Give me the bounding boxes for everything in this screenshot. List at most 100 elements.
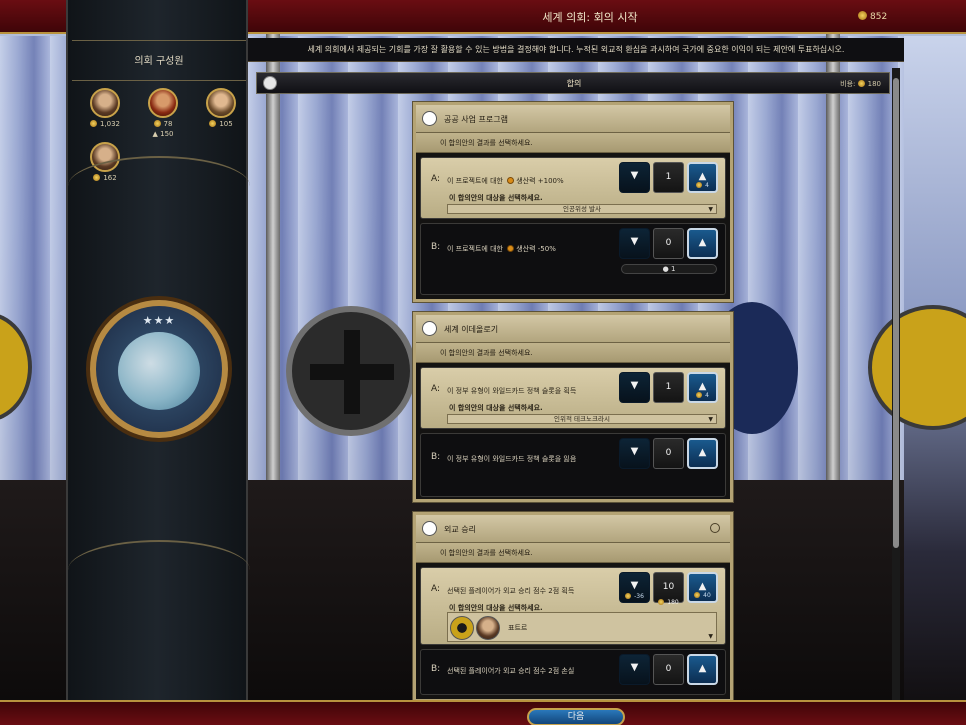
leader-portrait xyxy=(90,88,120,118)
option-b[interactable]: B: 이 프로젝트에 대한 생산력 -50% ▼ 0 ▲ ● 1 xyxy=(420,223,726,295)
thumbs-up-icon: ▲ xyxy=(698,171,707,182)
option-a[interactable]: A: 이 프로젝트에 대한 생산력 +100% 이 합의안의 대상을 선택하세요… xyxy=(420,157,726,219)
world-congress-emblem: ★★★ xyxy=(90,300,228,438)
vote-down-button[interactable]: ▼ xyxy=(619,228,650,259)
thumbs-down-icon: ▼ xyxy=(630,236,639,247)
scrollbar[interactable] xyxy=(892,68,900,700)
vote-count: 0 xyxy=(653,438,684,469)
iron-cross-emblem xyxy=(286,306,416,436)
congress-icon xyxy=(422,111,437,126)
option-b[interactable]: B: 이 정부 유형이 와일드카드 정책 슬롯을 잃음 ▼ 0 ▲ xyxy=(420,433,726,497)
civ-emblem xyxy=(450,616,474,640)
window-title: 세계 의회: 회의 시작 xyxy=(542,11,638,24)
thumbs-up-icon: ▲ xyxy=(698,237,707,248)
votes-icon: ▲ xyxy=(152,130,161,138)
production-icon xyxy=(507,245,515,252)
vote-down-button[interactable]: ▼ xyxy=(619,372,650,403)
target-dropdown[interactable]: 인위적 테크노크라시 ▼ xyxy=(447,414,717,424)
favor-icon xyxy=(209,120,217,127)
vote-down-button[interactable]: ▼ xyxy=(619,438,650,469)
vote-count: 1 xyxy=(653,162,684,193)
resolution-title: 외교 승리 xyxy=(444,525,476,534)
favor-icon xyxy=(89,120,97,127)
favor-icon xyxy=(694,592,701,598)
instruction-text: 세계 의회에서 제공되는 기회를 가장 잘 활용할 수 있는 방법을 결정해야 … xyxy=(307,45,845,54)
member-card[interactable]: 78 ▲ 150 xyxy=(138,88,188,138)
resolution-card: 세계 이데올로기 이 합의안의 결과를 선택하세요. A: 이 정부 유형이 와… xyxy=(413,312,733,502)
chevron-down-icon: ▼ xyxy=(708,633,713,640)
vote-up-button[interactable]: ▲ xyxy=(687,228,718,259)
panel-title: 의회 구성원 xyxy=(134,56,184,67)
gold-icon xyxy=(858,11,867,20)
favor-icon xyxy=(696,392,703,398)
resolution-card: 공공 사업 프로그램 이 합의안의 결과를 선택하세요. A: 이 프로젝트에 … xyxy=(413,102,733,302)
vote-count: 10 180 xyxy=(653,572,684,606)
decorative-arc xyxy=(68,156,250,216)
favor-icon xyxy=(658,599,665,605)
vote-count: 0 xyxy=(653,654,684,685)
vote-down-button[interactable]: ▼ xyxy=(619,162,650,193)
favor-icon xyxy=(625,593,632,599)
next-button[interactable]: 다음 xyxy=(527,708,625,725)
thumbs-down-icon: ▼ xyxy=(630,446,639,457)
agenda-title: 합의 xyxy=(566,79,582,88)
scroll-thumb[interactable] xyxy=(893,78,899,548)
chevron-down-icon: ▼ xyxy=(708,416,713,423)
vote-tally: ● 1 xyxy=(621,264,717,274)
resolution-title: 공공 사업 프로그램 xyxy=(444,115,508,124)
votes-icon: ● xyxy=(662,265,671,273)
clock-icon xyxy=(710,523,720,533)
target-name: 표트르 xyxy=(508,624,528,632)
bottom-bar xyxy=(0,700,966,725)
member-card[interactable]: 1,032 xyxy=(80,88,130,128)
agenda-header: 합의 비용: 180 xyxy=(256,72,890,94)
leader-portrait xyxy=(206,88,236,118)
resolution-title: 세계 이데올로기 xyxy=(444,325,499,334)
member-card[interactable]: 105 xyxy=(196,88,246,128)
production-icon xyxy=(507,177,515,184)
option-a[interactable]: A: 선택된 플레이어가 외교 승리 점수 2점 획득 이 합의안의 대상을 선… xyxy=(420,567,726,645)
thumbs-down-icon: ▼ xyxy=(630,662,639,673)
globe-icon xyxy=(118,332,200,410)
divider xyxy=(72,40,246,41)
vote-count: 1 xyxy=(653,372,684,403)
resolution-subtitle: 이 합의안의 결과를 선택하세요. xyxy=(416,343,730,363)
target-selector[interactable]: 표트르 ▼ xyxy=(447,612,717,642)
decorative-arc xyxy=(68,540,250,600)
vote-up-button[interactable]: ▲ 4 xyxy=(687,162,718,193)
vote-down-button[interactable]: ▼ -36 xyxy=(619,572,650,603)
agenda-cost: 비용: 180 xyxy=(840,80,881,88)
thumbs-up-icon: ▲ xyxy=(698,447,707,458)
favor-icon xyxy=(857,80,865,87)
thumbs-up-icon: ▲ xyxy=(698,663,707,674)
option-b[interactable]: B: 선택된 플레이어가 외교 승리 점수 2점 손실 ▼ 0 ▲ xyxy=(420,649,726,695)
vote-count: 0 xyxy=(653,228,684,259)
vote-up-button[interactable]: ▲ 40 xyxy=(687,572,718,603)
leader-portrait xyxy=(476,616,500,640)
chevron-down-icon: ▼ xyxy=(708,206,713,213)
favor-icon xyxy=(153,120,161,127)
thumbs-down-icon: ▼ xyxy=(630,170,639,181)
thumbs-down-icon: ▼ xyxy=(630,580,639,591)
thumbs-up-icon: ▲ xyxy=(698,381,707,392)
congress-icon xyxy=(422,521,437,536)
option-a[interactable]: A: 이 정부 유형이 와일드카드 정책 슬롯을 획득 이 합의안의 대상을 선… xyxy=(420,367,726,429)
favor-icon xyxy=(696,182,703,188)
banner-curtain-left xyxy=(0,36,66,506)
divider xyxy=(72,80,246,81)
gold-counter: 852 xyxy=(858,11,887,22)
thumbs-up-icon: ▲ xyxy=(698,581,707,592)
vote-up-button[interactable]: ▲ xyxy=(687,654,718,685)
vote-up-button[interactable]: ▲ 4 xyxy=(687,372,718,403)
resolution-card: 외교 승리 이 합의안의 결과를 선택하세요. A: 선택된 플레이어가 외교 … xyxy=(413,512,733,702)
vote-up-button[interactable]: ▲ xyxy=(687,438,718,469)
instruction-banner: 세계 의회에서 제공되는 기회를 가장 잘 활용할 수 있는 방법을 결정해야 … xyxy=(248,38,904,62)
congress-icon xyxy=(422,321,437,336)
target-dropdown[interactable]: 인공위성 발사 ▼ xyxy=(447,204,717,214)
thumbs-down-icon: ▼ xyxy=(630,380,639,391)
council-members-panel: 의회 구성원 1,032 78 ▲ 150 105 162 ★★★ xyxy=(66,0,250,725)
vote-down-button[interactable]: ▼ xyxy=(619,654,650,685)
resolution-subtitle: 이 합의안의 결과를 선택하세요. xyxy=(416,543,730,563)
stars-icon: ★★★ xyxy=(142,314,176,327)
resolution-subtitle: 이 합의안의 결과를 선택하세요. xyxy=(416,133,730,153)
